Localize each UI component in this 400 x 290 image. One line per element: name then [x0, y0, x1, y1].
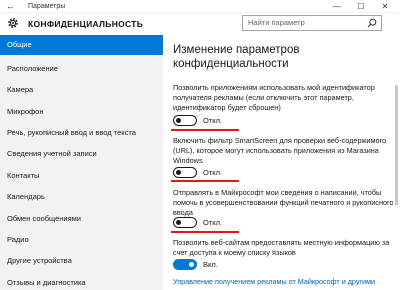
sidebar-item-other-devices[interactable]: Другие устройства — [0, 251, 163, 271]
advertising-id-state: Откл. — [203, 116, 223, 125]
typing-info-state: Откл. — [203, 218, 223, 227]
search-placeholder: Найти параметр — [248, 18, 305, 27]
sidebar-item-messaging[interactable]: Обмен сообщениями — [0, 209, 163, 229]
scrollbar-thumb[interactable] — [395, 85, 398, 205]
option-language-list-text: Позволить веб-сайтам предоставлять местн… — [173, 238, 390, 257]
sidebar-item-location[interactable]: Расположение — [0, 59, 163, 79]
toggle-knob — [189, 261, 194, 267]
window-title: Параметры — [28, 3, 66, 10]
sidebar: Общие Расположение Камера Микрофон Речь,… — [0, 35, 163, 290]
language-list-state: Вкл. — [203, 260, 218, 269]
option-typing-info-text: Отправлять в Майкрософт мои сведения о н… — [173, 188, 394, 217]
gear-icon — [8, 18, 18, 28]
close-button[interactable]: ✕ — [374, 0, 396, 13]
toggle-knob — [176, 117, 181, 123]
smartscreen-state: Откл. — [203, 168, 223, 177]
main-content: Изменение параметров конфиденциальности … — [163, 35, 400, 290]
option-smartscreen-text: Включить фильтр SmartScreen для проверки… — [173, 136, 387, 165]
sidebar-item-general[interactable]: Общие — [0, 35, 163, 55]
sidebar-item-feedback[interactable]: Отзывы и диагностика — [0, 273, 163, 290]
advertising-id-toggle[interactable] — [173, 115, 197, 126]
highlight-underline — [171, 180, 239, 182]
smartscreen-toggle[interactable] — [173, 167, 197, 178]
toggle-knob — [176, 169, 181, 175]
sidebar-item-account-info[interactable]: Сведения учетной записи — [0, 144, 163, 164]
scrollbar[interactable] — [393, 35, 400, 290]
sidebar-item-speech[interactable]: Речь, рукописный ввод и ввод текста — [0, 123, 163, 143]
typing-info-toggle[interactable] — [173, 217, 197, 228]
manage-ads-link[interactable]: Управление получением рекламы от Майкрос… — [173, 277, 398, 287]
sidebar-item-radios[interactable]: Радио — [0, 230, 163, 250]
toggle-knob — [176, 219, 181, 225]
section-heading: Изменение параметров конфиденциальности — [173, 44, 300, 70]
page-title: КОНФИДЕНЦИАЛЬНОСТЬ — [28, 19, 144, 29]
back-arrow-icon[interactable]: ← — [6, 0, 15, 13]
title-bar: ← Параметры — ☐ ✕ — [0, 0, 400, 13]
minimize-button[interactable]: — — [326, 0, 348, 13]
sidebar-item-microphone[interactable]: Микрофон — [0, 102, 163, 122]
search-icon[interactable] — [367, 18, 377, 28]
language-list-toggle[interactable] — [173, 259, 197, 270]
sidebar-item-calendar[interactable]: Календарь — [0, 187, 163, 207]
sidebar-item-contacts[interactable]: Контакты — [0, 166, 163, 186]
highlight-underline — [171, 231, 239, 233]
option-advertising-id-text: Позволить приложениям использовать мой и… — [173, 83, 375, 112]
search-input[interactable]: Найти параметр — [242, 15, 382, 31]
highlight-underline — [171, 129, 239, 131]
maximize-button[interactable]: ☐ — [350, 0, 372, 13]
sidebar-item-camera[interactable]: Камера — [0, 80, 163, 100]
